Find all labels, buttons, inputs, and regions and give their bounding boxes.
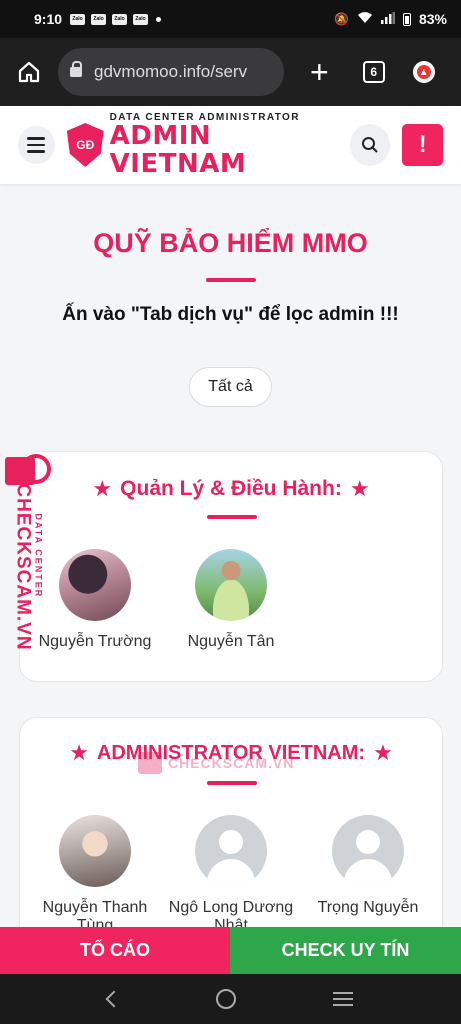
section-underline — [207, 515, 257, 519]
battery-level: 83% — [418, 11, 447, 27]
page-subtitle: Ấn vào "Tab dịch vụ" để lọc admin !!! — [62, 304, 399, 325]
lock-icon — [5, 454, 51, 485]
update-button[interactable]: ▲ — [412, 61, 435, 83]
star-icon: ★ — [69, 740, 89, 765]
check-reputation-button[interactable]: CHECK UY TÍN — [230, 927, 461, 974]
home-circle-icon[interactable] — [216, 989, 237, 1009]
site-header: GĐ DATA CENTER ADMINISTRATOR ADMIN VIETN… — [0, 106, 461, 184]
new-tab-button[interactable]: + — [310, 56, 329, 88]
recents-icon[interactable] — [332, 992, 353, 1006]
page-title: QUỸ BẢO HIỂM MMO — [93, 228, 368, 258]
battery-icon — [402, 12, 411, 26]
star-icon: ★ — [349, 476, 370, 501]
site-logo[interactable]: GĐ DATA CENTER ADMINISTRATOR ADMIN VIETN… — [66, 112, 350, 178]
more-notifications-dot-icon — [156, 16, 162, 22]
tab-switcher-button[interactable]: 6 — [362, 61, 385, 83]
home-button[interactable] — [12, 55, 46, 89]
star-icon: ★ — [373, 740, 393, 765]
arrow-up-icon: ▲ — [416, 65, 431, 79]
member-card[interactable]: Nguyễn Thanh Tùng — [25, 815, 165, 936]
star-icon: ★ — [92, 476, 113, 501]
title-underline — [206, 278, 256, 282]
signal-icon — [380, 11, 395, 27]
avatar — [59, 815, 131, 887]
zalo-notification-icon: Zalo — [133, 13, 149, 25]
lock-icon — [70, 61, 82, 77]
member-name: Trọng Nguyễn — [317, 899, 419, 916]
alert-button[interactable]: ! — [402, 124, 443, 166]
lock-icon — [138, 752, 162, 774]
logo-title: ADMIN VIETNAM — [109, 121, 247, 179]
menu-line — [27, 137, 46, 140]
zalo-notification-icon: Zalo — [112, 13, 128, 25]
status-bar: 9:10 Zalo Zalo Zalo Zalo 🔕 83% — [0, 0, 461, 38]
section-title-text: Quản Lý & Điều Hành: — [120, 477, 342, 500]
member-name: Nguyễn Tân — [187, 633, 275, 650]
checkscam-side-badge[interactable]: DATA CENTER CHECKSCAM.VN — [0, 454, 52, 651]
logo-text: DATA CENTER ADMINISTRATOR ADMIN VIETNAM — [110, 112, 350, 178]
bottom-action-bar: TỐ CÁO CHECK UY TÍN — [0, 927, 461, 974]
default-avatar-icon — [195, 815, 267, 887]
default-avatar-icon — [332, 815, 404, 887]
management-card: ★ Quản Lý & Điều Hành: ★ Nguyễn Trường N… — [19, 451, 443, 682]
avatar — [59, 549, 131, 621]
section-title: ★ Quản Lý & Điều Hành: ★ — [20, 476, 442, 502]
menu-line — [27, 150, 46, 153]
side-badge-main: CHECKSCAM.VN — [12, 483, 34, 651]
menu-line — [27, 143, 46, 147]
zalo-notification-icon: Zalo — [70, 13, 86, 25]
shield-logo-icon: GĐ — [66, 123, 104, 167]
filter-all-button[interactable]: Tất cả — [189, 367, 272, 407]
member-card[interactable]: Trọng Nguyễn — [298, 815, 438, 917]
hamburger-menu-button[interactable] — [18, 126, 55, 164]
mute-icon: 🔕 — [334, 12, 349, 26]
zalo-notification-icon: Zalo — [91, 13, 107, 25]
address-bar[interactable]: gdvmomoo.info/serv — [58, 48, 284, 96]
browser-toolbar: gdvmomoo.info/serv + 6 ▲ — [0, 38, 461, 106]
side-badge-small: DATA CENTER — [33, 513, 44, 599]
member-card[interactable]: Nguyễn Tân — [161, 549, 301, 651]
back-icon[interactable] — [105, 990, 123, 1008]
search-button[interactable] — [349, 124, 391, 166]
avatar — [195, 549, 267, 621]
home-icon — [18, 61, 40, 83]
report-button[interactable]: TỐ CÁO — [0, 927, 230, 974]
side-badge-text: DATA CENTER CHECKSCAM.VN — [12, 483, 44, 650]
status-right: 🔕 83% — [334, 11, 447, 27]
search-icon — [361, 137, 378, 153]
checkscam-watermark: CHECKSCAM.VN — [138, 752, 294, 774]
watermark-text: CHECKSCAM.VN — [168, 755, 295, 771]
wifi-icon — [357, 11, 373, 27]
section-underline — [207, 781, 257, 785]
status-time: 9:10 — [34, 11, 63, 27]
url-text: gdvmomoo.info/serv — [94, 62, 248, 81]
system-nav-bar — [0, 974, 461, 1024]
member-card[interactable]: Ngô Long Dương Nhật — [161, 815, 301, 936]
